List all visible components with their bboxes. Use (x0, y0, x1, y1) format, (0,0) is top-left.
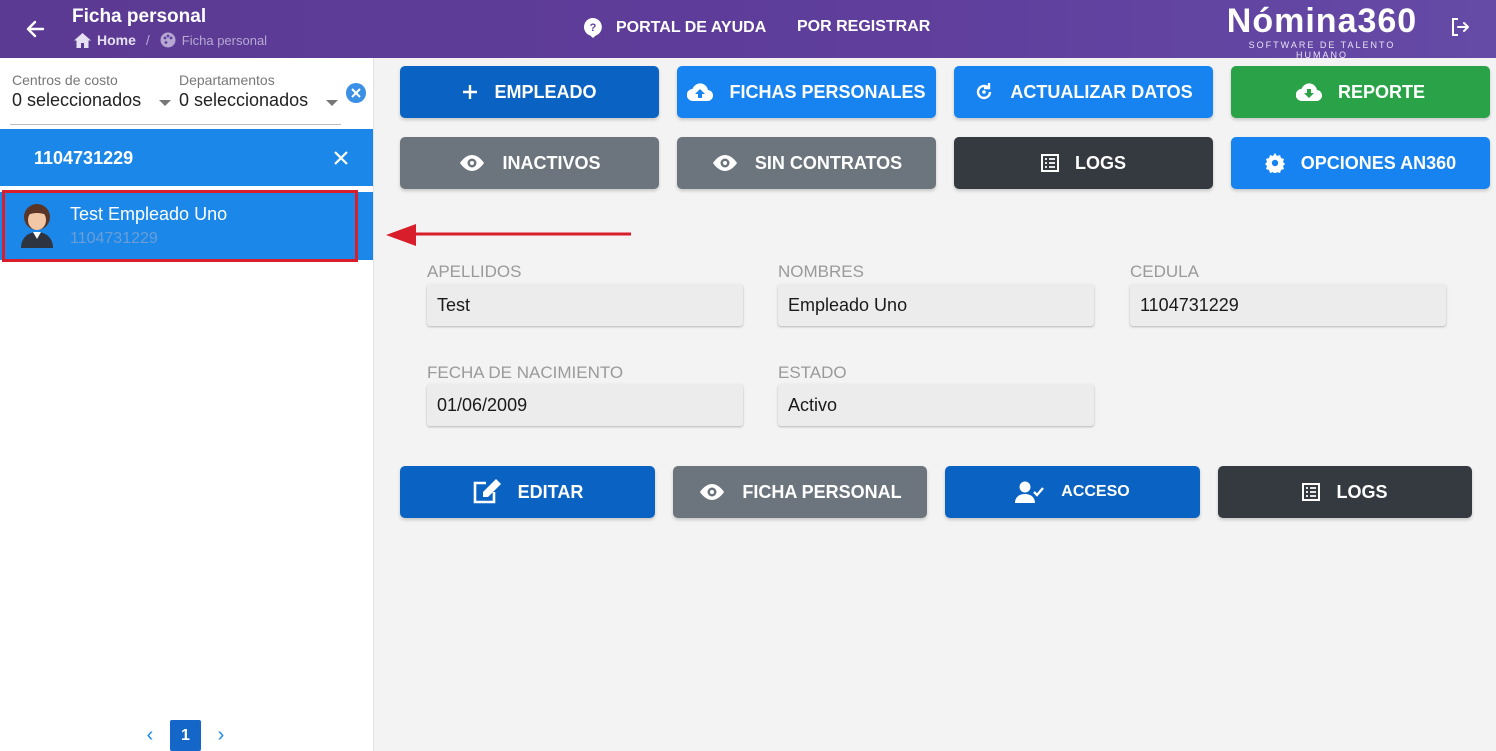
no-contracts-label: SIN CONTRATOS (754, 152, 903, 173)
user-check-icon (1015, 481, 1045, 503)
home-icon (74, 32, 91, 48)
eye-icon (712, 155, 737, 171)
register-label: POR REGISTRAR (797, 18, 931, 35)
cloud-download-icon (1295, 83, 1322, 101)
help-icon: ? (584, 18, 602, 38)
access-label: ACCESO (1061, 483, 1130, 500)
logo-subtitle: SOFTWARE DE TALENTO HUMANO (1248, 40, 1396, 60)
personal-file-button[interactable]: FICHA PERSONAL (673, 466, 927, 518)
inactive-label: INACTIVOS (502, 152, 601, 173)
logs-label: LOGS (1074, 152, 1126, 173)
cost-centers-label: Centros de costo (12, 72, 118, 88)
options-an360-button[interactable]: OPCIONES AN360 (1231, 137, 1490, 189)
apellidos-field: Test (427, 284, 743, 326)
page-title: Ficha personal (72, 6, 207, 27)
departments-value: 0 seleccionados (179, 90, 309, 110)
logs-button[interactable]: LOGS (954, 137, 1213, 189)
status-field: Activo (778, 384, 1094, 426)
employee-logs-label: LOGS (1336, 481, 1388, 502)
search-input[interactable] (34, 145, 314, 171)
palette-icon (160, 32, 176, 48)
breadcrumb-separator: / (145, 32, 150, 48)
logout-icon[interactable] (1449, 16, 1475, 42)
update-data-button[interactable]: ACTUALIZAR DATOS (954, 66, 1213, 118)
cedula-field: 1104731229 (1130, 284, 1446, 326)
sidebar: Centros de costo 0 seleccionados Departa… (0, 58, 374, 751)
cedula-label: CEDULA (1130, 262, 1199, 281)
employee-logs-button[interactable]: LOGS (1218, 466, 1472, 518)
breadcrumb-home-label: Home (97, 32, 136, 48)
chevron-down-icon (326, 99, 339, 106)
logo: Nómina360 SOFTWARE DE TALENTO HUMANO (1222, 2, 1422, 60)
options-an360-label: OPCIONES AN360 (1300, 152, 1457, 173)
highlight-box (2, 190, 358, 262)
annotation-arrow (384, 220, 634, 250)
list-icon (1302, 483, 1321, 501)
plus-icon (463, 85, 478, 99)
search-box (0, 129, 373, 186)
breadcrumb-home[interactable]: Home (74, 32, 136, 48)
nombres-field: Empleado Uno (778, 284, 1094, 326)
apellidos-label: APELLIDOS (427, 262, 522, 281)
birthdate-field: 01/06/2009 (427, 384, 743, 426)
eye-icon (700, 484, 725, 500)
no-contracts-button[interactable]: SIN CONTRATOS (677, 137, 936, 189)
departments-filter[interactable]: Departamentos 0 seleccionados (179, 72, 339, 111)
personal-file-label: FICHA PERSONAL (742, 481, 902, 502)
cloud-upload-icon (687, 83, 714, 101)
add-employee-button[interactable]: EMPLEADO (400, 66, 659, 118)
close-icon[interactable] (330, 147, 352, 169)
departments-label: Departamentos (179, 72, 275, 88)
update-data-label: ACTUALIZAR DATOS (1010, 81, 1193, 102)
refresh-icon (977, 83, 992, 100)
chevron-down-icon (159, 99, 172, 106)
breadcrumb: Home / Ficha personal (74, 32, 267, 48)
add-employee-label: EMPLEADO (494, 81, 597, 102)
chevron-right-icon[interactable]: › (211, 724, 231, 747)
breadcrumb-current: Ficha personal (160, 32, 267, 48)
top-bar: Ficha personal Home / Ficha personal ? P… (0, 0, 1496, 60)
personal-files-button[interactable]: FICHAS PERSONALES (677, 66, 936, 118)
list-icon (1040, 154, 1059, 172)
register-link[interactable]: POR REGISTRAR (797, 18, 930, 36)
report-button[interactable]: REPORTE (1231, 66, 1490, 118)
page-button[interactable]: 1 (170, 720, 201, 751)
gear-icon (1264, 153, 1285, 173)
eye-icon (460, 155, 485, 171)
access-button[interactable]: ACCESO (945, 466, 1200, 518)
status-label: ESTADO (778, 363, 847, 382)
nombres-label: NOMBRES (778, 262, 864, 281)
inactive-button[interactable]: INACTIVOS (400, 137, 659, 189)
clear-filters-icon[interactable] (346, 83, 366, 103)
edit-icon (473, 479, 501, 504)
edit-button[interactable]: EDITAR (400, 466, 655, 518)
help-portal-link[interactable]: ? PORTAL DE AYUDA (584, 18, 766, 38)
personal-files-label: FICHAS PERSONALES (729, 81, 926, 102)
cost-centers-value: 0 seleccionados (12, 90, 142, 110)
cost-centers-filter[interactable]: Centros de costo 0 seleccionados (12, 72, 172, 111)
filter-divider (10, 124, 341, 125)
logo-text: Nómina360 (1226, 2, 1418, 40)
edit-label: EDITAR (517, 481, 584, 502)
chevron-left-icon[interactable]: ‹ (140, 724, 160, 747)
breadcrumb-current-label: Ficha personal (181, 32, 268, 48)
pagination: ‹ 1 › (140, 720, 231, 751)
back-arrow-icon[interactable] (22, 16, 48, 42)
report-label: REPORTE (1337, 81, 1425, 102)
svg-text:?: ? (590, 22, 597, 34)
birthdate-label: FECHA DE NACIMIENTO (427, 363, 624, 382)
help-portal-label: PORTAL DE AYUDA (616, 19, 767, 36)
